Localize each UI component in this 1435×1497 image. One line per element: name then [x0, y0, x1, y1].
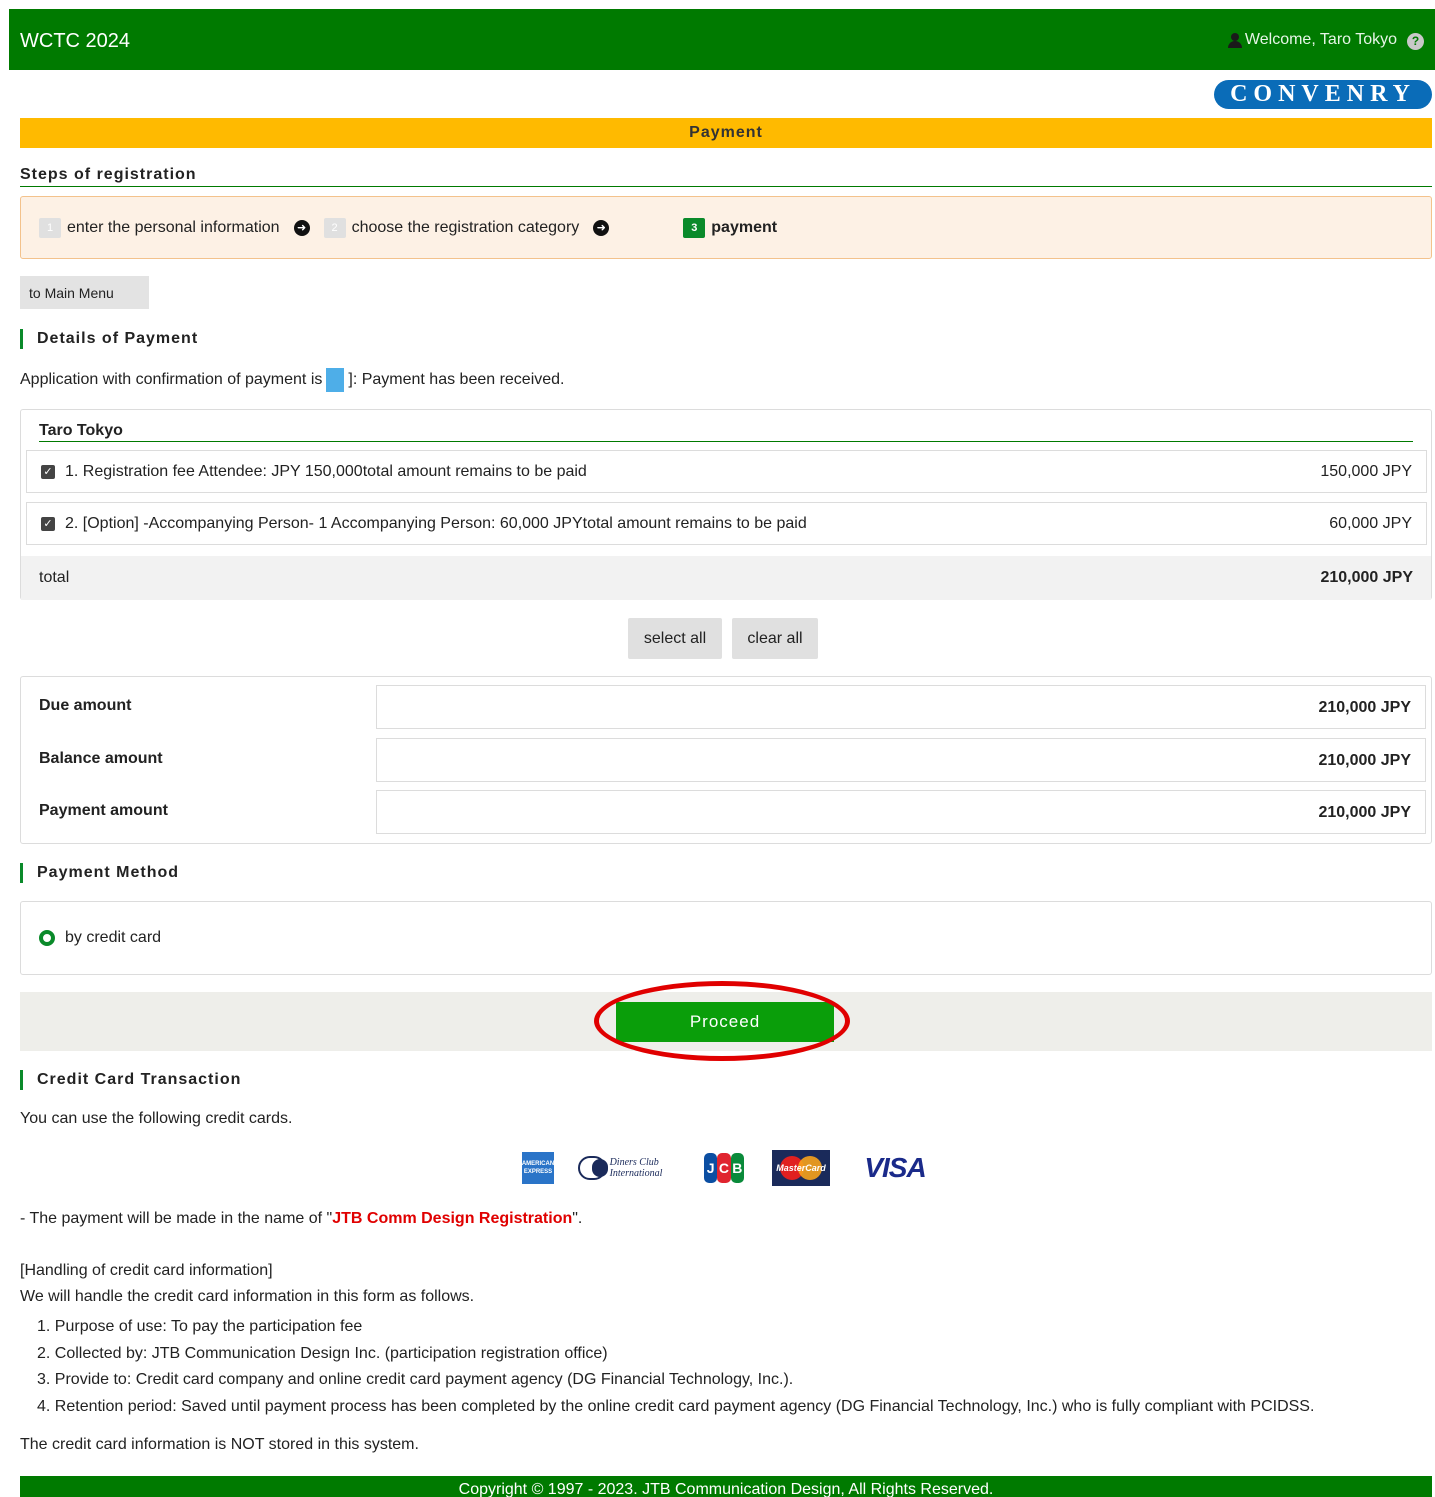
footer-copyright: Copyright © 1997 - 2023. JTB Communicati… [20, 1476, 1432, 1497]
payee-text-before: - The payment will be made in the name o… [20, 1210, 333, 1227]
list-item: 3. Provide to: Credit card company and o… [37, 1371, 794, 1388]
mastercard-logo-icon: MasterCard [772, 1150, 830, 1186]
step-label: enter the personal information [67, 218, 280, 236]
accepted-cards: AMERICAN EXPRESS Diners Club Internation… [522, 1150, 932, 1186]
list-item: 1. Purpose of use: To pay the participat… [37, 1318, 363, 1335]
handling-title: [Handling of credit card information] [20, 1262, 273, 1279]
payment-note: Application with confirmation of payment… [20, 368, 565, 392]
list-item: 2. Collected by: JTB Communication Desig… [37, 1344, 608, 1362]
visa-logo-icon: VISA [864, 1152, 926, 1183]
step-number: 3 [683, 217, 706, 238]
amount-label: Payment amount [39, 802, 168, 819]
jcb-logo-icon: J C B [704, 1153, 744, 1183]
checkbox-checked-icon[interactable]: ✓ [41, 516, 55, 531]
amounts-summary: Due amount 210,000 JPY Balance amount 21… [20, 676, 1432, 844]
top-bar: WCTC 2024 Welcome, Taro Tokyo ? [9, 9, 1435, 70]
payee-text-after: ". [572, 1210, 583, 1227]
select-all-button[interactable]: select all [628, 618, 722, 659]
jcb-letter: B [730, 1153, 744, 1183]
diners-club-logo-icon: Diners Club International [578, 1152, 678, 1184]
amex-logo-icon: AMERICAN EXPRESS [522, 1152, 554, 1184]
credit-card-option-label[interactable]: by credit card [65, 929, 161, 947]
payee-name: JTB Comm Design Registration [332, 1210, 573, 1227]
jcb-letter: C [717, 1153, 731, 1183]
user-icon [1227, 32, 1243, 48]
credit-card-intro: You can use the following credit cards. [20, 1110, 293, 1127]
step-number: 1 [39, 217, 61, 238]
payee-name-line: - The payment will be made in the name o… [20, 1210, 582, 1228]
diners-mark-icon [578, 1156, 608, 1180]
brand-logo: CONVENRY [1214, 80, 1432, 109]
page-title: Payment [20, 118, 1432, 148]
proceed-bar: Proceed [20, 981, 1432, 1061]
step-label: payment [711, 218, 778, 236]
step-3: 3 payment [683, 217, 778, 238]
welcome-user[interactable]: Welcome, Taro Tokyo [1227, 31, 1397, 49]
handling-intro: We will handle the credit card informati… [20, 1288, 475, 1305]
item-description: 1. Registration fee Attendee: JPY 150,00… [65, 462, 587, 480]
mastercard-text: MasterCard [776, 1163, 826, 1173]
not-stored-note: The credit card information is NOT store… [20, 1436, 419, 1453]
step-2: 2 choose the registration category [323, 217, 580, 238]
list-item: 4. Retention period: Saved until payment… [37, 1397, 1315, 1415]
note-text-before: Application with confirmation of payment… [20, 371, 323, 388]
amount-label: Balance amount [39, 750, 163, 767]
payment-item-row[interactable]: ✓ 2. [Option] -Accompanying Person- 1 Ac… [26, 502, 1427, 545]
diners-text: Diners Club International [609, 1157, 663, 1179]
main-menu-button[interactable]: to Main Menu [20, 276, 149, 309]
item-description: 2. [Option] -Accompanying Person- 1 Acco… [65, 514, 807, 532]
payment-method-heading: Payment Method [20, 863, 179, 883]
total-amount: 210,000 JPY [1320, 569, 1413, 586]
radio-selected-icon[interactable] [39, 930, 55, 946]
paid-color-swatch [326, 368, 345, 392]
payment-item-row[interactable]: ✓ 1. Registration fee Attendee: JPY 150,… [26, 450, 1427, 493]
step-label: choose the registration category [351, 218, 580, 236]
arrow-right-icon: ➜ [593, 219, 610, 236]
details-heading: Details of Payment [20, 329, 198, 349]
credit-card-heading: Credit Card Transaction [20, 1070, 241, 1090]
note-text-after: ]: Payment has been received. [348, 371, 565, 388]
payment-items: Taro Tokyo ✓ 1. Registration fee Attende… [20, 409, 1432, 600]
item-amount: 60,000 JPY [1329, 514, 1412, 532]
step-1: 1 enter the personal information [39, 217, 280, 238]
amount-value: 210,000 JPY [376, 738, 1426, 782]
amount-value: 210,000 JPY [376, 790, 1426, 834]
handling-list: 1. Purpose of use: To pay the participat… [37, 1314, 1314, 1420]
total-row: total 210,000 JPY [21, 556, 1431, 600]
clear-all-button[interactable]: clear all [732, 618, 818, 659]
app-title: WCTC 2024 [20, 30, 131, 52]
arrow-right-icon: ➜ [293, 219, 310, 236]
balance-amount-row: Balance amount 210,000 JPY [21, 738, 1431, 782]
step-number: 2 [323, 217, 346, 238]
item-amount: 150,000 JPY [1320, 462, 1412, 480]
amount-label: Due amount [39, 697, 132, 714]
amount-value: 210,000 JPY [376, 685, 1426, 729]
help-icon[interactable]: ? [1407, 33, 1424, 50]
steps-indicator: 1 enter the personal information ➜ 2 cho… [20, 196, 1432, 259]
total-label: total [39, 569, 70, 586]
payment-amount-row: Payment amount 210,000 JPY [21, 790, 1431, 834]
person-name: Taro Tokyo [39, 422, 1413, 442]
steps-title: Steps of registration [20, 166, 1432, 187]
welcome-text: Welcome, Taro Tokyo [1244, 31, 1397, 48]
due-amount-row: Due amount 210,000 JPY [21, 685, 1431, 729]
payment-method-options: by credit card [20, 901, 1432, 975]
checkbox-checked-icon[interactable]: ✓ [41, 464, 55, 479]
jcb-letter: J [704, 1153, 718, 1183]
highlight-circle [594, 981, 850, 1061]
